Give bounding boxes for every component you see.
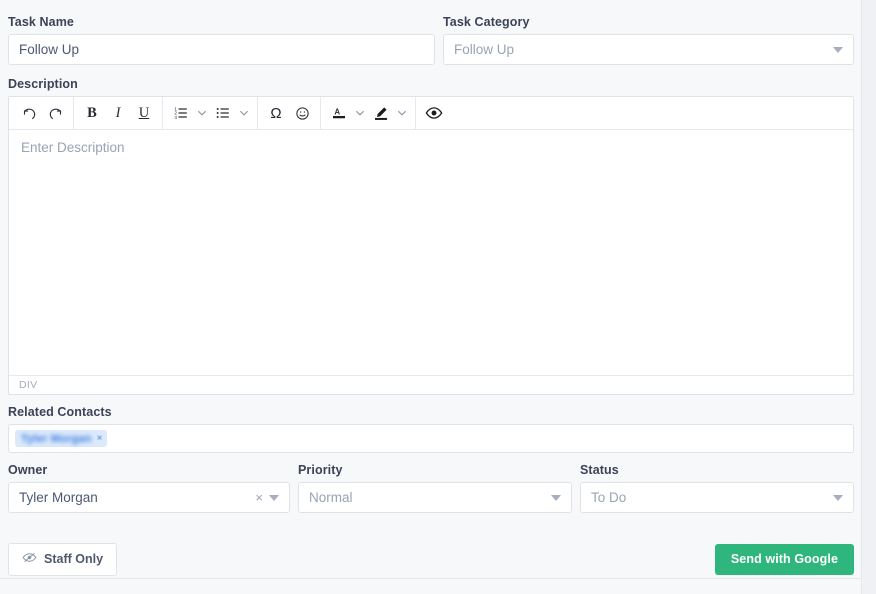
priority-chevron-down-icon[interactable] [551, 494, 561, 501]
related-contacts-label: Related Contacts [8, 405, 112, 419]
editor-toolbar: B I U 1 2 3 Ω A [9, 97, 853, 130]
chevron-down-icon [833, 46, 843, 53]
owner-chevron-down-icon[interactable] [269, 494, 279, 501]
owner-select[interactable]: Tyler Morgan × [8, 482, 290, 513]
task-name-label: Task Name [8, 15, 74, 29]
highlight-color-chevron-down-icon[interactable] [394, 101, 410, 125]
task-form-page: Task Name Follow Up Task Category Follow… [0, 0, 876, 594]
text-color-icon[interactable]: A [326, 101, 352, 125]
editor-element-path: DIV [9, 375, 853, 394]
status-field-group: Status To Do [572, 462, 854, 513]
svg-text:A: A [334, 107, 340, 116]
related-contacts-input[interactable]: Tyler Morgan × [8, 424, 854, 453]
preview-eye-icon[interactable] [421, 101, 447, 125]
task-category-select[interactable]: Follow Up [443, 34, 854, 65]
toolbar-group-history [11, 97, 74, 129]
toolbar-group-format: B I U [74, 97, 163, 129]
task-category-label: Task Category [443, 15, 530, 29]
contact-chip[interactable]: Tyler Morgan × [15, 430, 107, 447]
status-label: Status [580, 463, 619, 477]
staff-only-label: Staff Only [44, 552, 104, 566]
owner-clear-icon[interactable]: × [255, 491, 263, 504]
priority-value: Normal [309, 489, 353, 505]
owner-label: Owner [8, 463, 48, 477]
description-textarea[interactable]: Enter Description [9, 130, 853, 375]
status-select[interactable]: To Do [580, 482, 854, 513]
toolbar-group-lists: 1 2 3 [163, 97, 258, 129]
staff-only-button[interactable]: Staff Only [8, 542, 118, 576]
form-footer: Staff Only Send with Google [8, 542, 854, 576]
numbered-list-icon[interactable]: 1 2 3 [168, 101, 194, 125]
highlighter-icon[interactable] [368, 101, 394, 125]
emoji-icon[interactable] [289, 101, 315, 125]
task-category-field-group: Task Category Follow Up [435, 14, 854, 65]
contact-chip-remove-icon[interactable]: × [97, 433, 103, 444]
priority-label: Priority [298, 463, 343, 477]
italic-icon[interactable]: I [105, 101, 131, 125]
task-name-input[interactable]: Follow Up [8, 34, 435, 65]
task-category-value: Follow Up [454, 41, 515, 57]
task-name-field-group: Task Name Follow Up [8, 14, 435, 65]
bulleted-list-icon[interactable] [210, 101, 236, 125]
priority-select[interactable]: Normal [298, 482, 572, 513]
form-panel: Task Name Follow Up Task Category Follow… [0, 0, 862, 594]
svg-text:3: 3 [174, 115, 177, 120]
right-gutter [863, 0, 876, 594]
numbered-list-chevron-down-icon[interactable] [194, 101, 210, 125]
send-with-google-button[interactable]: Send with Google [714, 543, 854, 575]
special-character-icon[interactable]: Ω [263, 101, 289, 125]
status-chevron-down-icon[interactable] [833, 494, 843, 501]
toolbar-group-color: A [321, 97, 416, 129]
undo-icon[interactable] [16, 101, 42, 125]
bold-icon[interactable]: B [79, 101, 105, 125]
underline-icon[interactable]: U [131, 101, 157, 125]
owner-field-group: Owner Tyler Morgan × [8, 462, 290, 513]
status-value: To Do [591, 489, 627, 505]
description-label: Description [8, 77, 78, 91]
owner-priority-status-row: Owner Tyler Morgan × Priority Normal Sta… [8, 462, 854, 513]
footer-divider [0, 578, 862, 579]
description-editor: B I U 1 2 3 Ω A Enter Description DIV [8, 96, 854, 395]
toolbar-group-insert: Ω [258, 97, 321, 129]
eye-slash-icon [22, 551, 37, 567]
toolbar-group-preview [416, 97, 452, 129]
task-name-value: Follow Up [19, 41, 80, 57]
owner-value: Tyler Morgan [19, 489, 98, 505]
priority-field-group: Priority Normal [290, 462, 572, 513]
redo-icon[interactable] [42, 101, 68, 125]
text-color-chevron-down-icon[interactable] [352, 101, 368, 125]
name-category-row: Task Name Follow Up Task Category Follow… [8, 14, 854, 65]
contact-chip-label: Tyler Morgan [21, 432, 92, 445]
bulleted-list-chevron-down-icon[interactable] [236, 101, 252, 125]
task-form: Task Name Follow Up Task Category Follow… [8, 14, 854, 513]
